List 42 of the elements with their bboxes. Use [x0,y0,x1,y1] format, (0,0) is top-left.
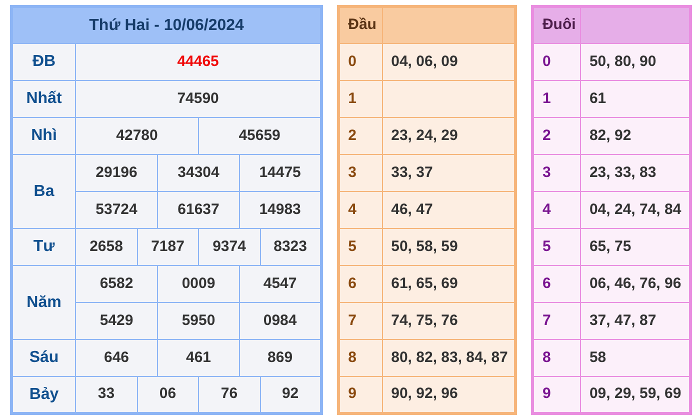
prize-number: 29196 [76,154,158,192]
prize-number: 42780 [76,118,198,154]
column-header: Đuôi [532,6,581,44]
digit-cell: 4 [532,192,581,228]
digit-cell: 2 [532,118,581,154]
prize-number: 0009 [158,266,240,302]
prize-label: Tư [12,228,76,266]
prize-number: 2658 [76,228,137,266]
digit-cell: 2 [338,118,383,154]
digit-cell: 4 [338,192,383,228]
prize-number: 7187 [137,228,198,266]
digit-cell: 0 [532,44,581,80]
prize-label: Nhì [12,118,76,154]
prize-label: Ba [12,154,76,228]
prize-label: Năm [12,266,76,340]
prize-label: Nhất [12,80,76,118]
prize-label: Sáu [12,340,76,376]
prize-number: 5429 [76,302,158,340]
digit-cell: 8 [532,340,581,376]
digit-cell: 7 [532,302,581,340]
prize-number: 9374 [198,228,260,266]
prize-number: 6582 [76,266,158,302]
digit-cell: 3 [338,154,383,192]
digit-cell: 1 [532,80,581,118]
column-header: Đầu [338,6,383,44]
prize-number: 5950 [158,302,240,340]
digit-cell: 6 [532,266,581,302]
prize-number: 646 [76,340,158,376]
table-title: Thứ Hai - 10/06/2024 [12,6,322,44]
digit-cell: 6 [338,266,383,302]
digit-cell: 5 [532,228,581,266]
digit-cell: 0 [338,44,383,80]
prize-number: 34304 [158,154,240,192]
digit-cell: 8 [338,340,383,376]
prize-label: ĐB [12,44,76,80]
digit-cell: 3 [532,154,581,192]
digit-cell: 7 [338,302,383,340]
prize-number: 61637 [158,192,240,228]
digit-cell: 5 [338,228,383,266]
prize-number: 461 [158,340,240,376]
prize-number: 53724 [76,192,158,228]
digit-cell: 1 [338,80,383,118]
